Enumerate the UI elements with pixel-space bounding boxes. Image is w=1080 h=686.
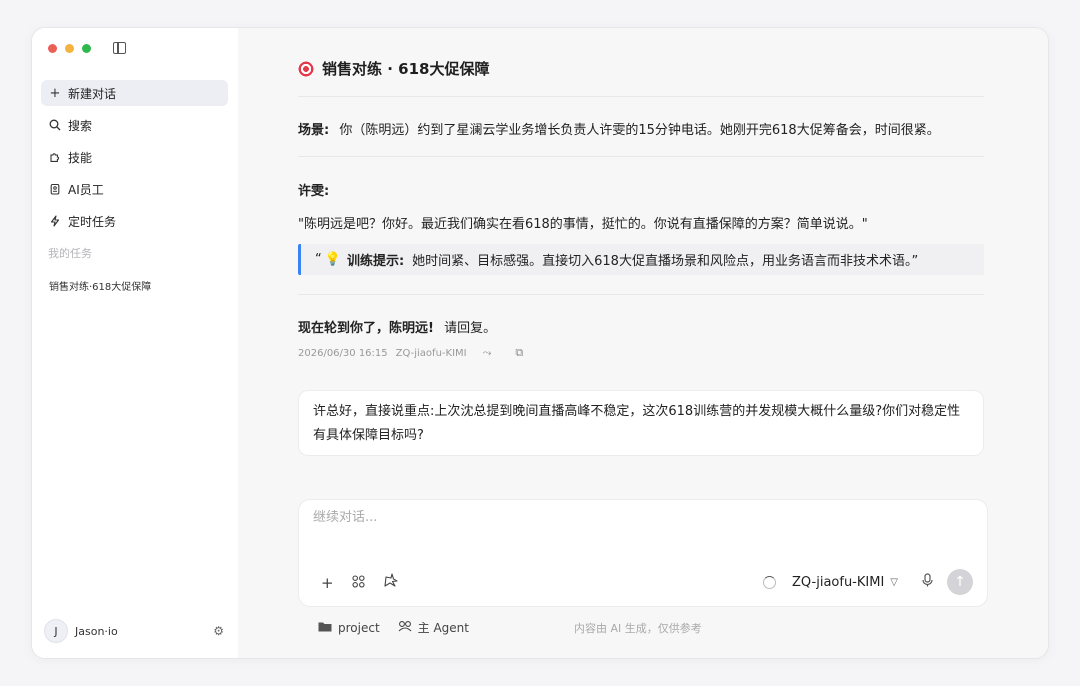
folder-icon: [318, 621, 332, 635]
training-tip: “ 💡 训练提示: 她时间紧、目标感强。直接切入618大促直播场景和风险点，用业…: [298, 244, 984, 275]
gear-icon[interactable]: ⚙: [213, 624, 224, 638]
sidebar-toggle-icon[interactable]: [113, 42, 126, 54]
speaker-name: 许雯:: [298, 184, 330, 199]
sidebar-item-label: 技能: [68, 150, 93, 165]
project-selector[interactable]: project: [338, 621, 380, 635]
maximize-window-button[interactable]: [82, 44, 91, 53]
microphone-icon[interactable]: [922, 573, 933, 591]
sidebar-item-label: 搜索: [68, 118, 93, 133]
tip-text: 她时间紧、目标感强。直接切入618大促直播场景和风险点，用业务语言而非技术术语。…: [412, 254, 919, 269]
bolt-icon: [48, 214, 62, 228]
speaker-text: "陈明远是吧？你好。最近我们确实在看618的事情，挺忙的。你说有直播保障的方案？…: [298, 217, 868, 232]
divider: [298, 96, 984, 97]
copy-icon[interactable]: ⧉: [515, 346, 523, 360]
turn-prompt: 现在轮到你了，陈明远! 请回复。: [298, 317, 496, 336]
ai-disclaimer: 内容由 AI 生成，仅供参考: [574, 621, 702, 635]
message-meta: 2026/06/30 16:15 ZQ-jiaofu-KIMI ⤳ ⧉: [298, 346, 539, 360]
scene-label: 场景:: [298, 123, 330, 138]
plus-icon: +: [49, 85, 61, 101]
message-input[interactable]: [313, 510, 813, 525]
new-chat-label: 新建对话: [68, 86, 117, 101]
apps-icon[interactable]: [352, 574, 365, 592]
tip-label: 训练提示:: [346, 254, 405, 269]
search-icon: [48, 118, 62, 132]
target-icon: [298, 60, 314, 77]
model-selector[interactable]: ZQ-jiaofu-KIMI: [792, 575, 884, 590]
loading-spinner-icon: [763, 575, 777, 589]
timestamp: 2026/06/30 16:15: [298, 347, 388, 359]
composer-right-tools: ZQ-jiaofu-KIMI ▽ ↑: [763, 569, 973, 595]
sidebar-nav: + 新建对话 搜索 技能 AI员工 定时任务 我的任务 销售对练·618大促保障: [41, 80, 228, 298]
sidebar-item-scheduled-tasks[interactable]: 定时任务: [41, 208, 228, 234]
lightbulb-icon: 💡: [324, 252, 341, 267]
add-icon[interactable]: +: [321, 574, 334, 592]
scene-text: 你（陈明远）约到了星澜云学业务增长负责人许雯的15分钟电话。她刚开完618大促筹…: [339, 123, 940, 138]
composer-footer: project 主 Agent 内容由 AI 生成，仅供参考: [318, 619, 988, 636]
chat-title: 销售对练 · 618大促保障: [322, 60, 490, 78]
agent-selector[interactable]: 主 Agent: [418, 619, 469, 636]
divider: [298, 156, 984, 157]
minimize-window-button[interactable]: [65, 44, 74, 53]
main-panel: 销售对练 · 618大促保障 场景: 你（陈明远）约到了星澜云学业务增长负责人许…: [238, 28, 1048, 658]
agent-icon: [398, 620, 412, 635]
model-tag: ZQ-jiaofu-KIMI: [395, 347, 467, 359]
close-window-button[interactable]: [48, 44, 57, 53]
window-controls: [48, 44, 91, 53]
my-tasks-heading: 我的任务: [48, 247, 92, 260]
magic-wand-icon[interactable]: [383, 573, 398, 592]
user-name: Jason·io: [75, 624, 118, 638]
scene-line: 场景: 你（陈明远）约到了星澜云学业务增长负责人许雯的15分钟电话。她刚开完61…: [298, 119, 940, 138]
page-title: 销售对练 · 618大促保障: [298, 58, 489, 79]
puzzle-icon: [48, 150, 62, 164]
divider: [298, 294, 984, 295]
share-icon[interactable]: ⤳: [483, 346, 492, 360]
badge-icon: [48, 182, 62, 196]
user-profile[interactable]: J Jason·io ⚙: [44, 618, 224, 644]
turn-bold: 现在轮到你了，陈明远!: [298, 321, 434, 336]
composer: + ZQ-jiaofu-KIMI ▽ ↑: [298, 499, 988, 607]
task-item[interactable]: 销售对练·618大促保障: [41, 272, 228, 298]
turn-text: 请回复。: [444, 321, 497, 336]
sidebar-item-skills[interactable]: 技能: [41, 144, 228, 170]
composer-tools: +: [321, 573, 398, 592]
sidebar-item-label: 定时任务: [68, 214, 117, 229]
tip-quote: “: [315, 252, 322, 267]
sidebar-item-search[interactable]: 搜索: [41, 112, 228, 138]
app-window: + 新建对话 搜索 技能 AI员工 定时任务 我的任务 销售对练·618大促保障…: [31, 27, 1049, 659]
chevron-down-icon[interactable]: ▽: [890, 577, 898, 588]
sidebar-item-ai-staff[interactable]: AI员工: [41, 176, 228, 202]
user-message: 许总好，直接说重点:上次沈总提到晚间直播高峰不稳定，这次618训练营的并发规模大…: [298, 390, 984, 456]
sidebar-item-label: AI员工: [68, 182, 104, 197]
avatar: J: [44, 619, 68, 643]
sidebar: + 新建对话 搜索 技能 AI员工 定时任务 我的任务 销售对练·618大促保障…: [32, 28, 238, 658]
send-button[interactable]: ↑: [947, 569, 973, 595]
new-chat-button[interactable]: + 新建对话: [41, 80, 228, 106]
